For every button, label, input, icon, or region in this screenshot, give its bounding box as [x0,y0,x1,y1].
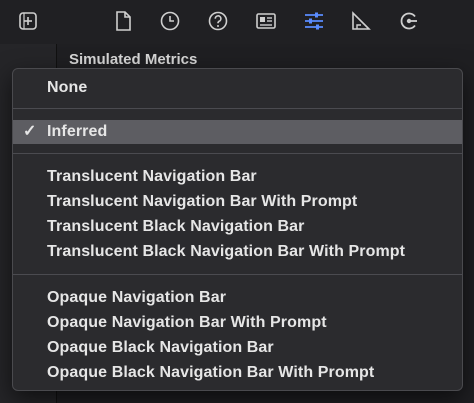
menu-item-label: Translucent Black Navigation Bar [47,218,305,235]
file-icon[interactable] [110,8,136,34]
history-icon[interactable] [157,8,183,34]
connections-icon[interactable] [396,8,422,34]
menu-item-label: Translucent Black Navigation Bar With Pr… [47,243,406,260]
menu-item-opaque-navigation-bar[interactable]: Opaque Navigation Bar [13,286,462,310]
menu-item-inferred[interactable]: ✓ Inferred [13,120,462,144]
checkmark-icon: ✓ [23,123,37,140]
menu-item-none[interactable]: None [13,76,462,100]
menu-item-opaque-navigation-bar-with-prompt[interactable]: Opaque Navigation Bar With Prompt [13,311,462,335]
menu-separator [13,108,462,109]
menu-item-translucent-black-navigation-bar[interactable]: Translucent Black Navigation Bar [13,215,462,239]
menu-item-label: Translucent Navigation Bar [47,168,257,185]
menu-item-opaque-black-navigation-bar[interactable]: Opaque Black Navigation Bar [13,336,462,360]
menu-item-label: Inferred [47,123,108,140]
menu-item-label: Opaque Navigation Bar With Prompt [47,314,327,331]
menu-separator [13,274,462,275]
menu-item-translucent-navigation-bar[interactable]: Translucent Navigation Bar [13,165,462,189]
help-icon[interactable] [205,8,231,34]
navigation-bar-popup-menu: None ✓ Inferred Translucent Navigation B… [12,68,463,391]
library-icon[interactable] [15,8,41,34]
inspector-toolbar [0,0,474,44]
size-icon[interactable] [348,8,374,34]
attributes-icon[interactable] [301,8,327,34]
menu-separator [13,153,462,154]
menu-item-label: None [47,79,88,96]
menu-item-label: Translucent Navigation Bar With Prompt [47,193,358,210]
menu-item-translucent-navigation-bar-with-prompt[interactable]: Translucent Navigation Bar With Prompt [13,190,462,214]
section-title: Simulated Metrics [69,51,198,68]
menu-item-translucent-black-navigation-bar-with-prompt[interactable]: Translucent Black Navigation Bar With Pr… [13,240,462,264]
menu-item-label: Opaque Black Navigation Bar With Prompt [47,364,375,381]
menu-item-label: Opaque Navigation Bar [47,289,227,306]
menu-item-label: Opaque Black Navigation Bar [47,339,274,356]
identity-icon[interactable] [253,8,279,34]
menu-item-opaque-black-navigation-bar-with-prompt[interactable]: Opaque Black Navigation Bar With Prompt [13,361,462,385]
